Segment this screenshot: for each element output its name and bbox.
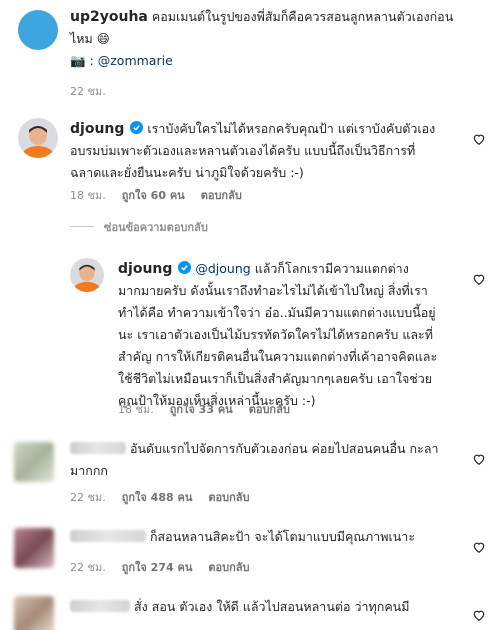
timestamp: 18 ชม. — [118, 403, 154, 416]
verified-badge-icon — [130, 121, 144, 134]
likes-count[interactable]: ถูกใจ 274 คน — [122, 558, 193, 576]
timestamp: 18 ชม. — [70, 189, 106, 202]
likes-count[interactable]: ถูกใจ 488 คน — [122, 488, 193, 506]
comment-meta: 22 ชม. ถูกใจ 488 คน ตอบกลับ — [70, 488, 249, 506]
heart-icon[interactable] — [472, 132, 486, 146]
mention-link[interactable]: @djoung — [195, 261, 250, 276]
hide-replies-button[interactable]: ซ่อนข้อความตอบกลับ — [104, 218, 208, 236]
comment-meta: 22 ชม. ถูกใจ 274 คน ตอบกลับ — [70, 558, 249, 576]
avatar-blurred[interactable] — [14, 596, 54, 630]
blurred-username — [70, 442, 126, 454]
blurred-username — [70, 530, 146, 542]
reply-button[interactable]: ตอบกลับ — [208, 488, 249, 506]
comment-djoung: djoung เราบังคับใครไม่ได้หรอกครับคุณป้า … — [0, 110, 500, 210]
username-djoung[interactable]: djoung — [118, 261, 172, 277]
camera-emoji-icon: 📷 — [70, 53, 86, 68]
reply-meta: 18 ชม. ถูกใจ 33 คน ตอบกลับ — [118, 400, 290, 418]
avatar-djoung[interactable] — [18, 118, 58, 158]
reply-djoung: djoung @djoung แล้วก็โลกเรามีความแตกต่าง… — [0, 250, 500, 420]
heart-icon[interactable] — [472, 540, 486, 554]
comment-anon-3: สั่ง สอน ตัวเอง ให้ดี แล้วไปสอนหลานต่อ ว… — [0, 590, 500, 630]
replies-divider — [70, 226, 94, 227]
comment-anon-2: ก็สอนหลานสิคะป้า จะได้โตมาแบบมีคุณภาพเนา… — [0, 520, 500, 582]
comment-text: สั่ง สอน ตัวเอง ให้ดี แล้วไปสอนหลานต่อ ว… — [70, 596, 470, 618]
comment-meta: 18 ชม. ถูกใจ 60 คน ตอบกลับ — [70, 186, 242, 204]
username-djoung[interactable]: djoung — [70, 121, 124, 137]
heart-icon[interactable] — [472, 272, 486, 286]
avatar-blurred[interactable] — [14, 442, 54, 482]
reply-button[interactable]: ตอบกลับ — [249, 400, 290, 418]
avatar-blurred[interactable] — [14, 528, 54, 568]
verified-badge-icon — [178, 261, 192, 274]
heart-icon[interactable] — [472, 452, 486, 466]
heart-icon[interactable] — [472, 608, 486, 622]
comment-up2youha: up2youha คอมเมนต์ในรูปของพี่สัมก็คือควรส… — [0, 0, 500, 110]
reply-button[interactable]: ตอบกลับ — [201, 186, 242, 204]
timestamp: 22 ชม. — [70, 561, 106, 574]
avatar-djoung-reply[interactable] — [70, 258, 104, 292]
comment-anon-1: อันดับแรกไปจัดการกับตัวเองก่อน ค่อยไปสอน… — [0, 432, 500, 512]
credit-mention[interactable]: : @zommarie — [90, 53, 173, 68]
timestamp: 22 ชม. — [70, 85, 106, 98]
comment-text: อันดับแรกไปจัดการกับตัวเองก่อน ค่อยไปสอน… — [70, 441, 439, 478]
reply-button[interactable]: ตอบกลับ — [208, 558, 249, 576]
comment-text: up2youha คอมเมนต์ในรูปของพี่สัมก็คือควรส… — [70, 9, 454, 68]
timestamp: 22 ชม. — [70, 491, 106, 504]
avatar-up2youha[interactable] — [18, 10, 58, 50]
likes-count[interactable]: ถูกใจ 60 คน — [122, 186, 185, 204]
blurred-username — [70, 600, 130, 612]
comment-meta: 22 ชม. — [70, 82, 106, 100]
comment-text: djoung เราบังคับใครไม่ได้หรอกครับคุณป้า … — [70, 121, 436, 180]
reply-text: djoung @djoung แล้วก็โลกเรามีความแตกต่าง… — [118, 261, 438, 408]
comment-text: ก็สอนหลานสิคะป้า จะได้โตมาแบบมีคุณภาพเนา… — [70, 526, 470, 548]
username-up2youha[interactable]: up2youha — [70, 9, 148, 25]
likes-count[interactable]: ถูกใจ 33 คน — [170, 400, 233, 418]
